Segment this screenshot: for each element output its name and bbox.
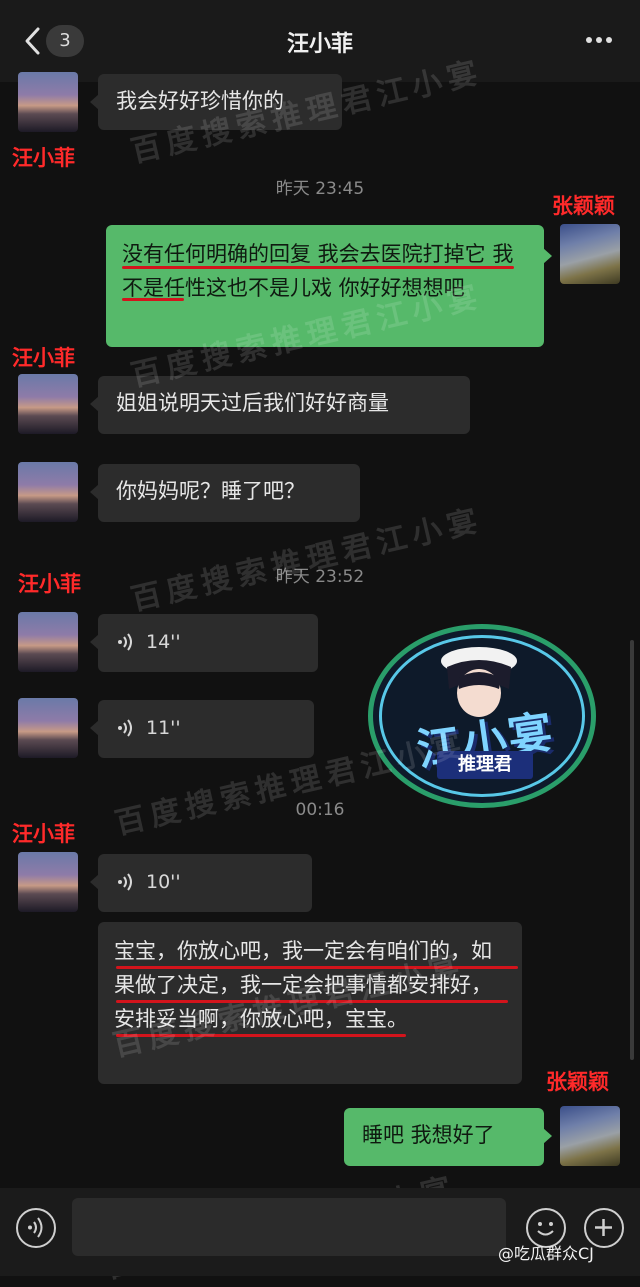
red-underline bbox=[122, 298, 184, 301]
more-dots-icon[interactable] bbox=[584, 28, 614, 52]
bubble-tail bbox=[543, 1128, 552, 1144]
voice-duration: 11'' bbox=[146, 717, 181, 739]
avatar-right[interactable] bbox=[560, 1106, 620, 1166]
sender-name-label: 汪小菲 bbox=[12, 146, 75, 170]
sender-name-label: 汪小菲 bbox=[18, 572, 81, 596]
avatar-left[interactable] bbox=[18, 72, 78, 132]
timestamp: 昨天 23:45 bbox=[275, 179, 365, 199]
avatar-right[interactable] bbox=[560, 224, 620, 284]
voice-message[interactable]: 11'' bbox=[98, 700, 314, 758]
avatar-left[interactable] bbox=[18, 462, 78, 522]
voice-message[interactable]: 10'' bbox=[98, 854, 312, 912]
sender-name-label: 张颖颖 bbox=[546, 1070, 609, 1094]
voice-wave-icon bbox=[118, 633, 132, 651]
avatar-left[interactable] bbox=[18, 612, 78, 672]
chat-header: 3 汪小菲 bbox=[0, 0, 640, 82]
message-bubble-out[interactable]: 睡吧 我想好了 bbox=[344, 1108, 544, 1166]
voice-wave-icon bbox=[28, 1217, 43, 1238]
message-bubble-in[interactable]: 你妈妈呢？睡了吧？ bbox=[98, 464, 360, 522]
avatar-left[interactable] bbox=[18, 374, 78, 434]
chat-title: 汪小菲 bbox=[286, 32, 353, 57]
sender-name-label: 汪小菲 bbox=[12, 822, 75, 846]
sender-name-label: 汪小菲 bbox=[12, 346, 75, 370]
voice-wave-icon bbox=[118, 873, 132, 891]
voice-duration: 10'' bbox=[146, 871, 181, 893]
source-credit: @吃瓜群众CJ bbox=[498, 1244, 594, 1263]
brand-logo: 江小宴 推理君 bbox=[368, 624, 596, 808]
voice-duration: 14'' bbox=[146, 631, 181, 653]
voice-wave-icon bbox=[118, 719, 132, 737]
bubble-tail bbox=[543, 248, 552, 264]
red-underline bbox=[122, 266, 514, 269]
avatar-left[interactable] bbox=[18, 852, 78, 912]
avatar-left[interactable] bbox=[18, 698, 78, 758]
voice-input-button[interactable] bbox=[16, 1208, 56, 1248]
scrollbar[interactable] bbox=[630, 640, 634, 1060]
sender-name-label: 张颖颖 bbox=[552, 194, 615, 218]
voice-message[interactable]: 14'' bbox=[98, 614, 318, 672]
message-input[interactable] bbox=[72, 1198, 506, 1256]
timestamp: 00:16 bbox=[295, 800, 345, 820]
